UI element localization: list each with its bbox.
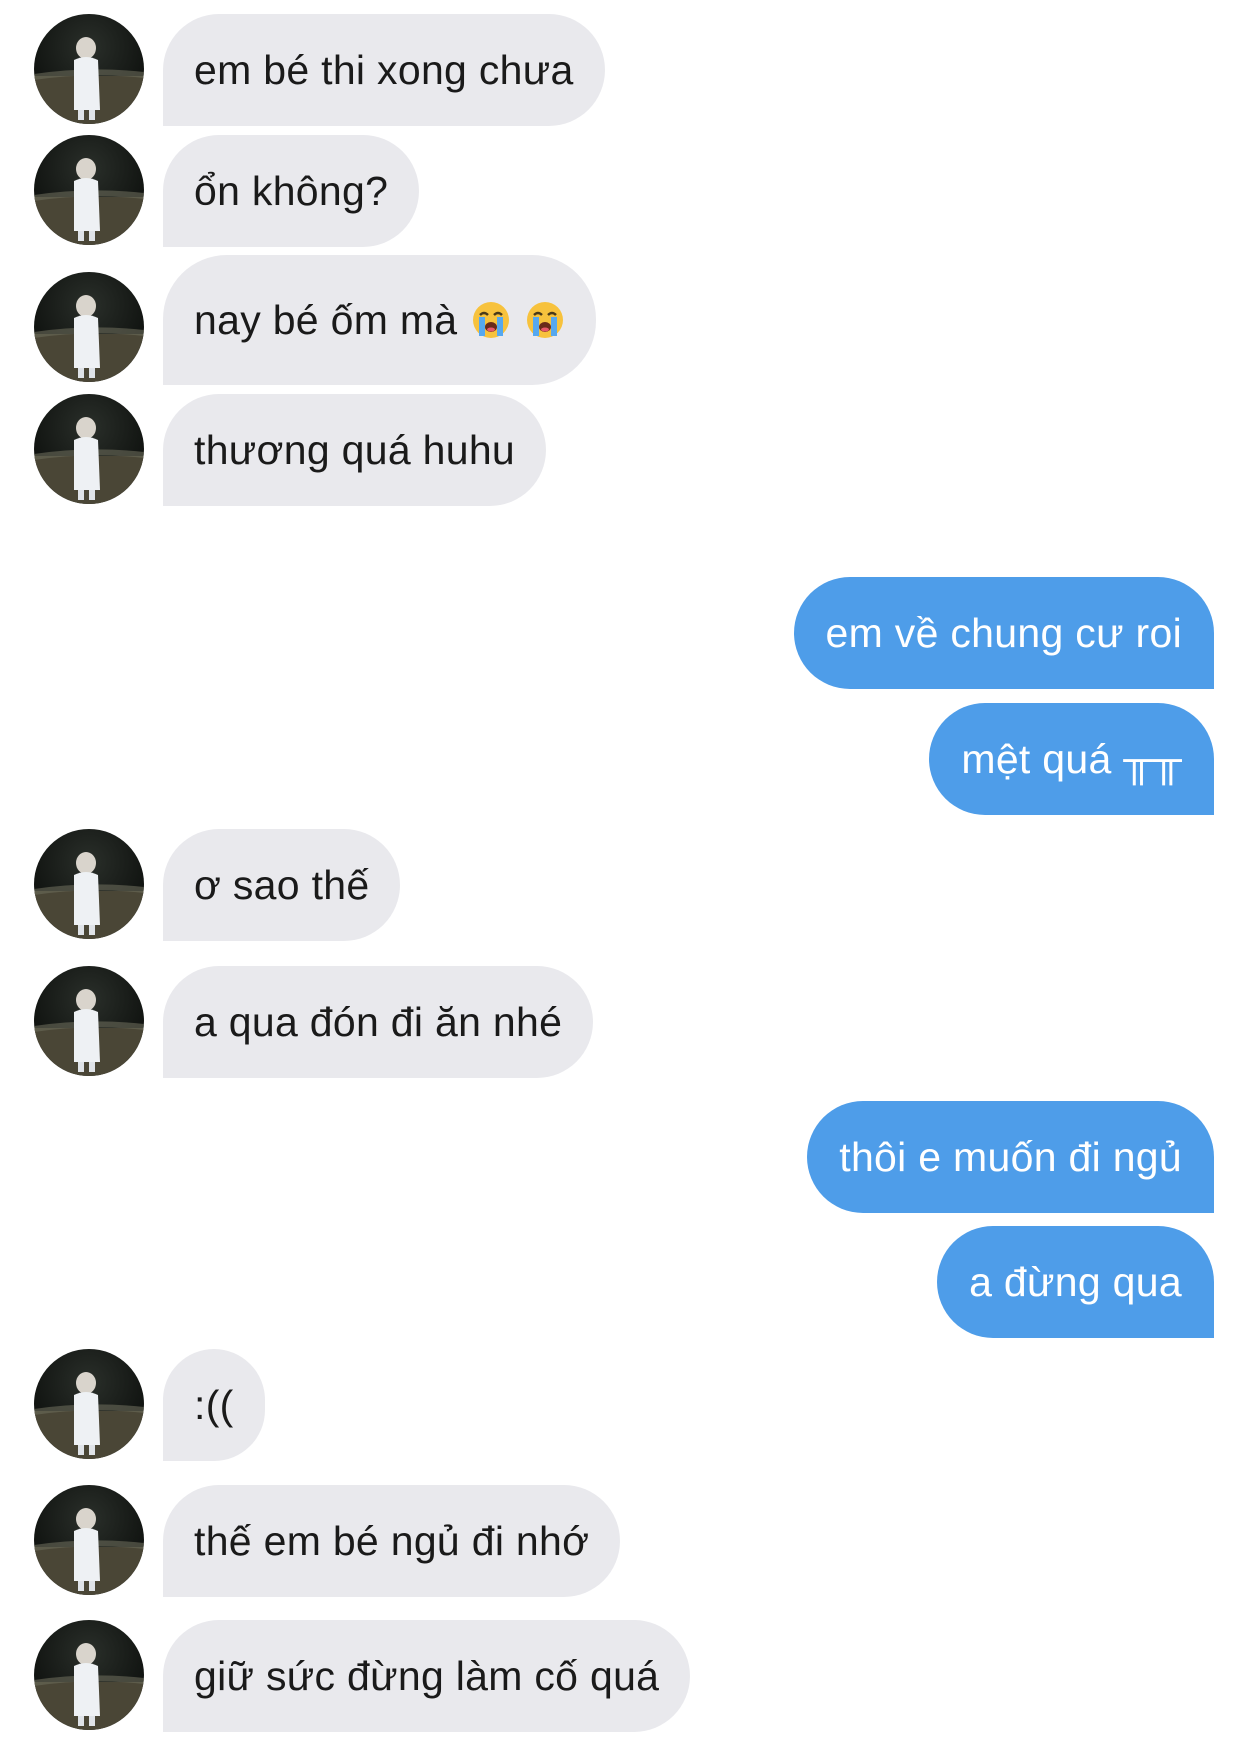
avatar[interactable] xyxy=(34,135,144,245)
outgoing-message-bubble[interactable]: a đừng qua xyxy=(937,1226,1214,1338)
message-text: thôi e muốn đi ngủ xyxy=(839,1133,1182,1180)
message-text: ổn không? xyxy=(194,167,389,214)
avatar[interactable] xyxy=(34,394,144,504)
incoming-message-bubble[interactable]: a qua đón đi ăn nhé xyxy=(163,966,594,1078)
incoming-message-bubble[interactable]: thương quá huhu xyxy=(163,394,547,506)
message-text: a qua đón đi ăn nhé xyxy=(194,998,563,1045)
message-text: nay bé ốm mà xyxy=(194,296,458,343)
message-text: a đừng qua xyxy=(969,1258,1182,1305)
avatar[interactable] xyxy=(34,14,144,124)
message-text: em bé thi xong chưa xyxy=(194,46,574,93)
incoming-message-bubble[interactable]: nay bé ốm mà xyxy=(163,255,597,385)
avatar[interactable] xyxy=(34,966,144,1076)
incoming-message-bubble[interactable]: ổn không? xyxy=(163,135,420,247)
avatar[interactable] xyxy=(34,272,144,382)
loudly-crying-face-icon xyxy=(525,300,565,340)
message-text: thế em bé ngủ đi nhớ xyxy=(194,1517,590,1564)
message-text: mệt quá ╥╥ xyxy=(961,735,1182,782)
avatar[interactable] xyxy=(34,829,144,939)
message-text: giữ sức đừng làm cố quá xyxy=(194,1652,660,1699)
outgoing-message-bubble[interactable]: thôi e muốn đi ngủ xyxy=(807,1101,1214,1213)
message-text: :(( xyxy=(194,1381,234,1428)
incoming-message-bubble[interactable]: ơ sao thế xyxy=(163,829,401,941)
incoming-message-bubble[interactable]: :(( xyxy=(163,1349,265,1461)
outgoing-message-bubble[interactable]: em về chung cư roi xyxy=(793,577,1214,689)
incoming-message-bubble[interactable]: em bé thi xong chưa xyxy=(163,14,605,126)
outgoing-message-bubble[interactable]: mệt quá ╥╥ xyxy=(929,703,1214,815)
message-text: ơ sao thế xyxy=(194,861,370,908)
avatar[interactable] xyxy=(34,1620,144,1730)
avatar[interactable] xyxy=(34,1485,144,1595)
loudly-crying-face-icon xyxy=(471,300,511,340)
incoming-message-bubble[interactable]: thế em bé ngủ đi nhớ xyxy=(163,1485,621,1597)
avatar[interactable] xyxy=(34,1349,144,1459)
message-text: em về chung cư roi xyxy=(825,609,1182,656)
message-text: thương quá huhu xyxy=(194,426,516,473)
incoming-message-bubble[interactable]: giữ sức đừng làm cố quá xyxy=(163,1620,691,1732)
